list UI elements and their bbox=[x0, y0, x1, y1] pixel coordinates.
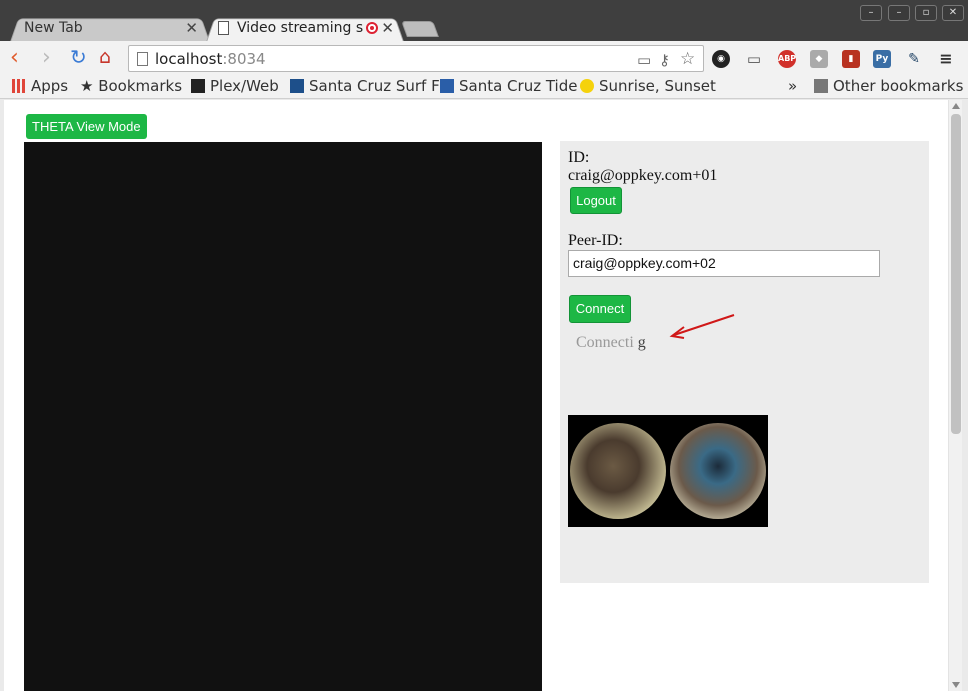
page-viewport: THETA View Mode ID: craig@oppkey.com+01 … bbox=[4, 100, 948, 691]
url-text: localhost:8034 bbox=[155, 50, 266, 68]
sun-icon bbox=[580, 79, 594, 93]
star-icon: ★ bbox=[80, 77, 99, 95]
tab-strip: New Tab ✕ Video streaming s ✕ – – ▫ ✕ bbox=[0, 0, 968, 42]
cast-icon[interactable]: ▭ bbox=[745, 50, 763, 68]
bookmarks-overflow[interactable]: » bbox=[788, 77, 797, 95]
bookmarks-bar: Apps ★ Bookmarks Plex/Web Santa Cruz Sur… bbox=[0, 75, 968, 99]
tide-icon bbox=[440, 79, 454, 93]
plex-icon bbox=[191, 79, 205, 93]
id-label: ID: bbox=[568, 149, 590, 166]
menu-icon[interactable]: ≡ bbox=[937, 50, 955, 68]
tab-new-tab[interactable]: New Tab ✕ bbox=[10, 16, 210, 42]
fisheye-lens-left bbox=[570, 423, 666, 519]
fisheye-lens-right bbox=[670, 423, 766, 519]
forward-icon[interactable]: › bbox=[42, 47, 51, 69]
minimize-window-icon[interactable]: – bbox=[888, 5, 910, 21]
tab-title: New Tab bbox=[24, 20, 83, 36]
page-icon bbox=[137, 52, 148, 66]
key-icon[interactable]: ⚷ bbox=[659, 51, 670, 69]
close-tab-icon[interactable]: ✕ bbox=[381, 19, 394, 37]
peer-id-label: Peer-ID: bbox=[568, 232, 623, 249]
bookmark-tide[interactable]: Santa Cruz Tide bbox=[440, 77, 577, 95]
logout-button[interactable]: Logout bbox=[570, 187, 622, 214]
theta-view-mode-button[interactable]: THETA View Mode bbox=[26, 114, 147, 139]
bookmark-bookmarks[interactable]: ★ Bookmarks bbox=[80, 77, 182, 95]
local-video-preview bbox=[568, 415, 768, 527]
id-value: craig@oppkey.com+01 bbox=[568, 167, 718, 184]
tab-video-streaming[interactable]: Video streaming s ✕ bbox=[206, 16, 404, 42]
browser-window: New Tab ✕ Video streaming s ✕ – – ▫ ✕ ‹ … bbox=[0, 0, 968, 691]
adblock-icon[interactable]: ABP bbox=[778, 50, 796, 68]
tab-title: Video streaming s bbox=[237, 20, 364, 36]
eyedropper-icon[interactable]: ✎ bbox=[905, 50, 923, 68]
bookmark-ext-icon[interactable]: ▮ bbox=[842, 50, 860, 68]
maximize-icon[interactable]: ▫ bbox=[915, 5, 937, 21]
scrollbar-thumb[interactable] bbox=[951, 114, 961, 434]
bookmark-surf[interactable]: Santa Cruz Surf F bbox=[290, 77, 440, 95]
other-bookmarks[interactable]: Other bookmarks bbox=[814, 77, 963, 95]
reload-icon[interactable]: ↻ bbox=[70, 46, 87, 68]
python-icon[interactable]: Py bbox=[873, 50, 891, 68]
close-window-icon[interactable]: ✕ bbox=[942, 5, 964, 21]
connection-panel: ID: craig@oppkey.com+01 Logout Peer-ID: … bbox=[560, 141, 929, 583]
folder-icon bbox=[814, 79, 828, 93]
bookmark-apps[interactable]: Apps bbox=[12, 77, 68, 95]
bookmark-plex[interactable]: Plex/Web bbox=[191, 77, 279, 95]
connect-button[interactable]: Connect bbox=[569, 295, 631, 323]
remote-video bbox=[24, 142, 542, 691]
surf-icon bbox=[290, 79, 304, 93]
scroll-up-icon[interactable] bbox=[952, 103, 960, 109]
annotation-arrow bbox=[669, 314, 735, 339]
minimize-icon[interactable]: – bbox=[860, 5, 882, 21]
back-icon[interactable]: ‹ bbox=[10, 47, 19, 69]
new-tab-button[interactable] bbox=[401, 21, 439, 37]
home-icon[interactable]: ⌂ bbox=[99, 46, 111, 68]
recording-icon bbox=[366, 22, 378, 34]
page-icon bbox=[218, 21, 229, 35]
close-tab-icon[interactable]: ✕ bbox=[185, 19, 198, 37]
shield-icon[interactable]: ◆ bbox=[810, 50, 828, 68]
address-bar[interactable]: localhost:8034 ▭ ⚷ ☆ bbox=[128, 45, 704, 72]
color-wheel-icon[interactable]: ◉ bbox=[712, 50, 730, 68]
star-icon[interactable]: ☆ bbox=[680, 49, 695, 69]
bookmark-sunrise[interactable]: Sunrise, Sunset C bbox=[580, 77, 716, 95]
scroll-down-icon[interactable] bbox=[952, 682, 960, 688]
vertical-scrollbar[interactable] bbox=[948, 100, 962, 691]
peer-id-input[interactable]: craig@oppkey.com+02 bbox=[568, 250, 880, 277]
camera-icon[interactable]: ▭ bbox=[637, 51, 651, 69]
toolbar: ‹ › ↻ ⌂ localhost:8034 ▭ ⚷ ☆ ◉ ▭ ABP ◆ ▮… bbox=[0, 41, 968, 75]
apps-grid-icon bbox=[12, 79, 26, 93]
connection-status: Connecti g bbox=[576, 334, 646, 351]
